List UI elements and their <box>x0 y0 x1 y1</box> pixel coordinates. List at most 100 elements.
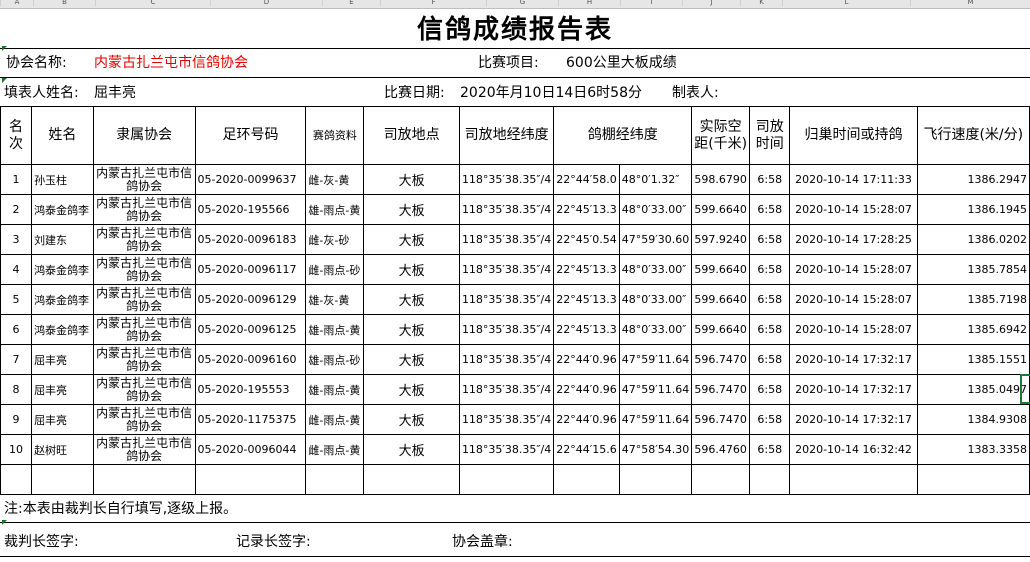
ring-number-cell[interactable]: 05-2020-195553 <box>194 374 307 405</box>
pigeon-info-cell[interactable]: 雌-雨点-黄 <box>305 404 365 435</box>
release-site-cell[interactable]: 大板 <box>363 254 460 285</box>
header-cell[interactable]: 飞行速度(米/分) <box>916 106 1030 165</box>
arrival-time-cell[interactable]: 2020-10-14 15:28:07 <box>789 254 918 285</box>
association-cell[interactable]: 内蒙古扎兰屯市信鸽协会 <box>92 434 196 465</box>
cell-selection[interactable] <box>1020 374 1030 404</box>
distance-cell[interactable]: 599.6640 <box>691 254 751 285</box>
loft-lat-cell[interactable]: 22°44′0.96 <box>553 404 620 435</box>
rank-cell[interactable]: 3 <box>0 224 33 255</box>
release-time-cell[interactable]: 6:58 <box>749 224 791 255</box>
release-coord-cell[interactable]: 118°35′38.35″/4 <box>458 164 555 195</box>
column-letter[interactable]: K <box>740 0 782 6</box>
header-cell[interactable]: 鸽棚经纬度 <box>553 106 693 165</box>
rank-cell[interactable]: 1 <box>0 164 33 195</box>
column-letter[interactable]: I <box>620 0 682 6</box>
pigeon-info-cell[interactable]: 雌-灰-黄 <box>305 164 365 195</box>
loft-lng-cell[interactable]: 48°0′33.00″ <box>618 284 693 315</box>
association-cell[interactable]: 内蒙古扎兰屯市信鸽协会 <box>92 344 196 375</box>
pigeon-info-cell[interactable]: 雄-雨点-黄 <box>305 314 365 345</box>
speed-cell[interactable]: 1386.0202 <box>916 224 1030 255</box>
loft-lng-cell[interactable]: 47°59′11.64 <box>618 374 693 405</box>
release-coord-cell[interactable]: 118°35′38.35″/4 <box>458 344 555 375</box>
release-site-cell[interactable]: 大板 <box>363 314 460 345</box>
loft-lat-cell[interactable]: 22°44′0.96 <box>553 344 620 375</box>
association-cell[interactable]: 内蒙古扎兰屯市信鸽协会 <box>92 254 196 285</box>
release-site-cell[interactable]: 大板 <box>363 374 460 405</box>
loft-lat-cell[interactable]: 22°44′15.6 <box>553 434 620 465</box>
loft-lng-cell[interactable]: 48°0′33.00″ <box>618 254 693 285</box>
rank-cell[interactable]: 8 <box>0 374 33 405</box>
ring-number-cell[interactable]: 05-2020-0096117 <box>194 254 307 285</box>
loft-lat-cell[interactable]: 22°44′58.0 <box>553 164 620 195</box>
release-time-cell[interactable]: 6:58 <box>749 284 791 315</box>
column-letter[interactable]: J <box>682 0 740 6</box>
arrival-time-cell[interactable]: 2020-10-14 15:28:07 <box>789 314 918 345</box>
ring-number-cell[interactable]: 05-2020-0096044 <box>194 434 307 465</box>
column-letter[interactable]: D <box>210 0 322 6</box>
speed-cell[interactable]: 1386.1945 <box>916 194 1030 225</box>
distance-cell[interactable]: 596.4760 <box>691 434 751 465</box>
association-cell[interactable]: 内蒙古扎兰屯市信鸽协会 <box>92 164 196 195</box>
distance-cell[interactable]: 598.6790 <box>691 164 751 195</box>
pigeon-info-cell[interactable]: 雄-雨点-黄 <box>305 194 365 225</box>
loft-lng-cell[interactable]: 47°59′30.60 <box>618 224 693 255</box>
distance-cell[interactable]: 596.7470 <box>691 374 751 405</box>
ring-number-cell[interactable]: 05-2020-0099637 <box>194 164 307 195</box>
loft-lat-cell[interactable]: 22°45′13.3 <box>553 254 620 285</box>
release-site-cell[interactable]: 大板 <box>363 344 460 375</box>
release-site-cell[interactable]: 大板 <box>363 164 460 195</box>
rank-cell[interactable]: 4 <box>0 254 33 285</box>
speed-cell[interactable]: 1385.7198 <box>916 284 1030 315</box>
column-letter[interactable]: E <box>322 0 380 6</box>
loft-lng-cell[interactable]: 47°59′11.64 <box>618 404 693 435</box>
association-cell[interactable]: 内蒙古扎兰屯市信鸽协会 <box>92 224 196 255</box>
blank-cell[interactable] <box>194 464 307 495</box>
header-cell[interactable]: 隶属协会 <box>92 106 196 165</box>
blank-cell[interactable] <box>691 464 751 495</box>
rank-cell[interactable]: 7 <box>0 344 33 375</box>
release-coord-cell[interactable]: 118°35′38.35″/4 <box>458 224 555 255</box>
pigeon-info-cell[interactable]: 雄-灰-黄 <box>305 284 365 315</box>
arrival-time-cell[interactable]: 2020-10-14 17:32:17 <box>789 404 918 435</box>
distance-cell[interactable]: 599.6640 <box>691 314 751 345</box>
name-cell[interactable]: 刘建东 <box>31 224 94 255</box>
release-time-cell[interactable]: 6:58 <box>749 194 791 225</box>
header-cell[interactable]: 司放地经纬度 <box>458 106 555 165</box>
arrival-time-cell[interactable]: 2020-10-14 17:28:25 <box>789 224 918 255</box>
header-cell[interactable]: 姓名 <box>31 106 94 165</box>
distance-cell[interactable]: 596.7470 <box>691 344 751 375</box>
association-cell[interactable]: 内蒙古扎兰屯市信鸽协会 <box>92 404 196 435</box>
association-cell[interactable]: 内蒙古扎兰屯市信鸽协会 <box>92 194 196 225</box>
header-cell[interactable]: 足环号码 <box>194 106 307 165</box>
release-coord-cell[interactable]: 118°35′38.35″/4 <box>458 194 555 225</box>
ring-number-cell[interactable]: 05-2020-0096183 <box>194 224 307 255</box>
rank-cell[interactable]: 9 <box>0 404 33 435</box>
release-time-cell[interactable]: 6:58 <box>749 434 791 465</box>
header-cell[interactable]: 归巢时间或持鸽 <box>789 106 918 165</box>
association-cell[interactable]: 内蒙古扎兰屯市信鸽协会 <box>92 314 196 345</box>
association-cell[interactable]: 内蒙古扎兰屯市信鸽协会 <box>92 374 196 405</box>
release-time-cell[interactable]: 6:58 <box>749 164 791 195</box>
arrival-time-cell[interactable]: 2020-10-14 17:32:17 <box>789 344 918 375</box>
header-cell[interactable]: 实际空距(千米) <box>691 106 751 165</box>
speed-cell[interactable]: 1384.9308 <box>916 404 1030 435</box>
association-cell[interactable]: 内蒙古扎兰屯市信鸽协会 <box>92 284 196 315</box>
loft-lng-cell[interactable]: 48°0′33.00″ <box>618 194 693 225</box>
column-letter[interactable]: H <box>558 0 620 6</box>
header-cell[interactable]: 司放时间 <box>749 106 791 165</box>
release-site-cell[interactable]: 大板 <box>363 194 460 225</box>
blank-cell[interactable] <box>553 464 620 495</box>
name-cell[interactable]: 孙玉柱 <box>31 164 94 195</box>
header-cell[interactable]: 赛鸽资料 <box>305 106 365 165</box>
distance-cell[interactable]: 599.6640 <box>691 284 751 315</box>
arrival-time-cell[interactable]: 2020-10-14 15:28:07 <box>789 194 918 225</box>
blank-cell[interactable] <box>31 464 94 495</box>
release-coord-cell[interactable]: 118°35′38.35″/4 <box>458 314 555 345</box>
rank-cell[interactable]: 2 <box>0 194 33 225</box>
arrival-time-cell[interactable]: 2020-10-14 16:32:42 <box>789 434 918 465</box>
arrival-time-cell[interactable]: 2020-10-14 15:28:07 <box>789 284 918 315</box>
loft-lng-cell[interactable]: 47°59′11.64 <box>618 344 693 375</box>
pigeon-info-cell[interactable]: 雌-灰-砂 <box>305 224 365 255</box>
distance-cell[interactable]: 597.9240 <box>691 224 751 255</box>
blank-cell[interactable] <box>916 464 1030 495</box>
